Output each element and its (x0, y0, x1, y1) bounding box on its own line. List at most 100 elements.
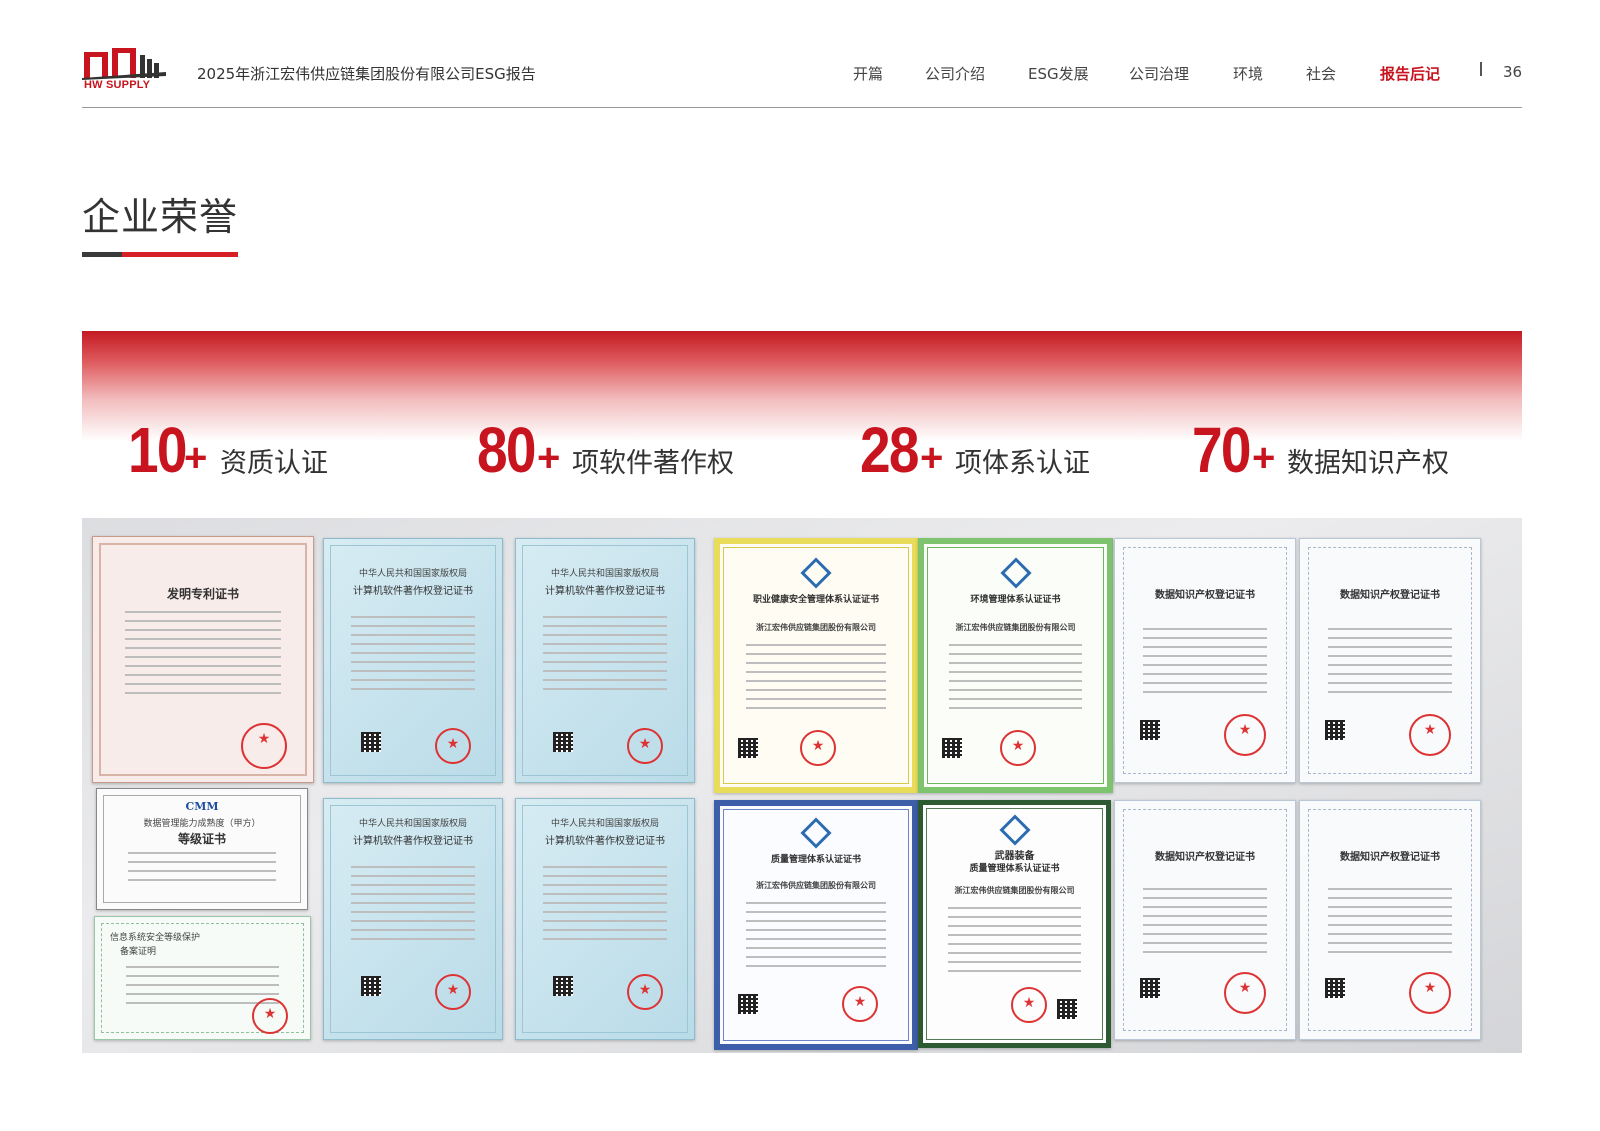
security-protection-certificate[interactable]: 信息系统安全等级保护 备案证明 (94, 916, 311, 1040)
data-ip-certificate-title: 数据知识产权登记证书 (1340, 590, 1440, 601)
stat-software-copyrights: 80 + 项软件著作权 (477, 418, 747, 488)
software-copyright-certificate[interactable]: 中华人民共和国国家版权局 计算机软件著作权登记证书 (323, 538, 503, 783)
official-seal-icon (435, 974, 471, 1010)
official-seal-icon (842, 986, 878, 1022)
certificate-text-lines (542, 866, 668, 947)
qr-code-icon (553, 732, 573, 752)
section-title: 企业荣誉 (82, 195, 239, 239)
data-ip-certificate-title: 数据知识产权登记证书 (1340, 852, 1440, 863)
stat-label: 数据知识产权 (1287, 448, 1449, 479)
data-ip-certificate[interactable]: 数据知识产权登记证书 (1114, 538, 1296, 783)
stat-label: 项体系认证 (955, 448, 1090, 479)
software-copyright-certificate[interactable]: 中华人民共和国国家版权局 计算机软件著作权登记证书 (515, 538, 695, 783)
stat-plus: + (1252, 436, 1276, 480)
software-authority-text: 中华人民共和国国家版权局 (358, 819, 467, 829)
data-ip-certificate[interactable]: 数据知识产权登记证书 (1114, 800, 1296, 1040)
nav-item-society[interactable]: 社会 (1306, 63, 1336, 84)
nav-item-company-intro[interactable]: 公司介绍 (925, 63, 985, 84)
page-number: 36 (1503, 63, 1523, 81)
qr-code-icon (361, 976, 381, 996)
nav-item-environment[interactable]: 环境 (1233, 63, 1263, 84)
certificate-text-lines (746, 902, 886, 974)
qr-code-icon (738, 738, 758, 758)
certificate-text-lines (1143, 888, 1267, 960)
certificate-text-lines (350, 616, 476, 697)
stat-label: 项软件著作权 (572, 448, 734, 479)
official-seal-icon (1000, 730, 1036, 766)
certification-body-logo-icon (999, 557, 1032, 589)
nav-item-opening[interactable]: 开篇 (853, 63, 883, 84)
official-seal-icon (1224, 714, 1266, 756)
nav-divider (1480, 62, 1482, 76)
qr-code-icon (553, 976, 573, 996)
patent-certificate[interactable]: 发明专利证书 (92, 536, 314, 783)
official-seal-icon (627, 728, 663, 764)
qr-code-icon (942, 738, 962, 758)
top-nav: 开篇 公司介绍 ESG发展 公司治理 环境 社会 报告后记 (0, 63, 1600, 85)
cmm-certificate-title: 等级证书 (177, 832, 226, 846)
official-seal-icon (1409, 972, 1451, 1014)
data-ip-certificate[interactable]: 数据知识产权登记证书 (1299, 800, 1481, 1040)
certificate-text-lines (127, 852, 277, 888)
security-certificate-title: 信息系统安全等级保护 (110, 933, 201, 943)
certificate-text-lines (350, 866, 476, 947)
certificate-text-lines (746, 644, 886, 716)
certified-company-name: 浙江宏伟供应链集团股份有限公司 (756, 623, 876, 632)
title-underline-dark (82, 252, 122, 257)
data-ip-certificate[interactable]: 数据知识产权登记证书 (1299, 538, 1481, 783)
stat-data-ip: 70 + 数据知识产权 (1192, 418, 1462, 488)
certification-body-logo-icon (800, 557, 832, 589)
security-certificate-subtitle: 备案证明 (120, 947, 157, 957)
software-certificate-title: 计算机软件著作权登记证书 (545, 836, 665, 847)
env-certificate-title: 环境管理体系认证证书 (970, 595, 1061, 605)
qr-code-icon (1325, 720, 1345, 740)
nav-item-esg-development[interactable]: ESG发展 (1028, 63, 1089, 84)
weapon-certificate-subtitle: 质量管理体系认证证书 (969, 864, 1060, 874)
ohs-certificate-title: 职业健康安全管理体系认证证书 (752, 595, 879, 605)
stat-qualifications: 10 + 资质认证 (128, 418, 348, 488)
official-seal-icon (1011, 987, 1047, 1023)
software-copyright-certificate[interactable]: 中华人民共和国国家版权局 计算机软件著作权登记证书 (515, 798, 695, 1040)
certified-company-name: 浙江宏伟供应链集团股份有限公司 (955, 623, 1076, 632)
cmm-logo-text: CMM (185, 800, 219, 813)
weapon-certificate-title: 武器装备 (994, 851, 1035, 862)
stat-label: 资质认证 (220, 448, 328, 479)
software-authority-text: 中华人民共和国国家版权局 (550, 569, 659, 579)
weapon-quality-management-certificate[interactable]: 武器装备 质量管理体系认证证书 浙江宏伟供应链集团股份有限公司 (918, 800, 1111, 1048)
software-certificate-title: 计算机软件著作权登记证书 (353, 836, 473, 847)
certified-company-name: 浙江宏伟供应链集团股份有限公司 (954, 886, 1075, 895)
cmm-certificate[interactable]: CMM 数据管理能力成熟度（甲方） 等级证书 (96, 788, 308, 910)
quality-management-certificate[interactable]: 质量管理体系认证证书 浙江宏伟供应链集团股份有限公司 (714, 800, 918, 1050)
nav-item-postscript[interactable]: 报告后记 (1380, 63, 1440, 84)
software-copyright-certificate[interactable]: 中华人民共和国国家版权局 计算机软件著作权登记证书 (323, 798, 503, 1040)
title-underline-red (122, 252, 238, 257)
certified-company-name: 浙江宏伟供应链集团股份有限公司 (756, 881, 876, 890)
official-seal-icon (435, 728, 471, 764)
certification-body-logo-icon (998, 814, 1031, 846)
page-header: HW SUPPLY 2025年浙江宏伟供应链集团股份有限公司ESG报告 开篇 公… (0, 0, 1600, 108)
certificate-text-lines (948, 907, 1081, 979)
certificate-text-lines (1328, 888, 1452, 960)
stat-number: 80 (477, 414, 537, 486)
certificate-text-lines (1143, 628, 1267, 700)
certification-body-logo-icon (800, 817, 832, 849)
software-certificate-title: 计算机软件著作权登记证书 (353, 586, 473, 597)
qr-code-icon (738, 994, 758, 1014)
stat-plus: + (184, 436, 208, 480)
header-divider (82, 107, 1522, 108)
patent-certificate-title: 发明专利证书 (166, 587, 239, 601)
official-seal-icon (800, 730, 836, 766)
certificate-text-lines (542, 616, 668, 697)
qr-code-icon (1325, 978, 1345, 998)
environmental-management-certificate[interactable]: 环境管理体系认证证书 浙江宏伟供应链集团股份有限公司 (918, 538, 1113, 793)
nav-item-governance[interactable]: 公司治理 (1129, 63, 1189, 84)
certificate-text-lines (125, 611, 281, 701)
stat-system-certifications: 28 + 项体系认证 (860, 418, 1110, 488)
software-certificate-title: 计算机软件著作权登记证书 (545, 586, 665, 597)
quality-certificate-title: 质量管理体系认证证书 (770, 855, 861, 865)
cmm-certificate-subtitle: 数据管理能力成熟度（甲方） (143, 819, 261, 829)
official-seal-icon (252, 998, 288, 1034)
ohs-management-certificate[interactable]: 职业健康安全管理体系认证证书 浙江宏伟供应链集团股份有限公司 (714, 538, 918, 793)
official-seal-icon (627, 974, 663, 1010)
official-seal-icon (241, 723, 287, 769)
